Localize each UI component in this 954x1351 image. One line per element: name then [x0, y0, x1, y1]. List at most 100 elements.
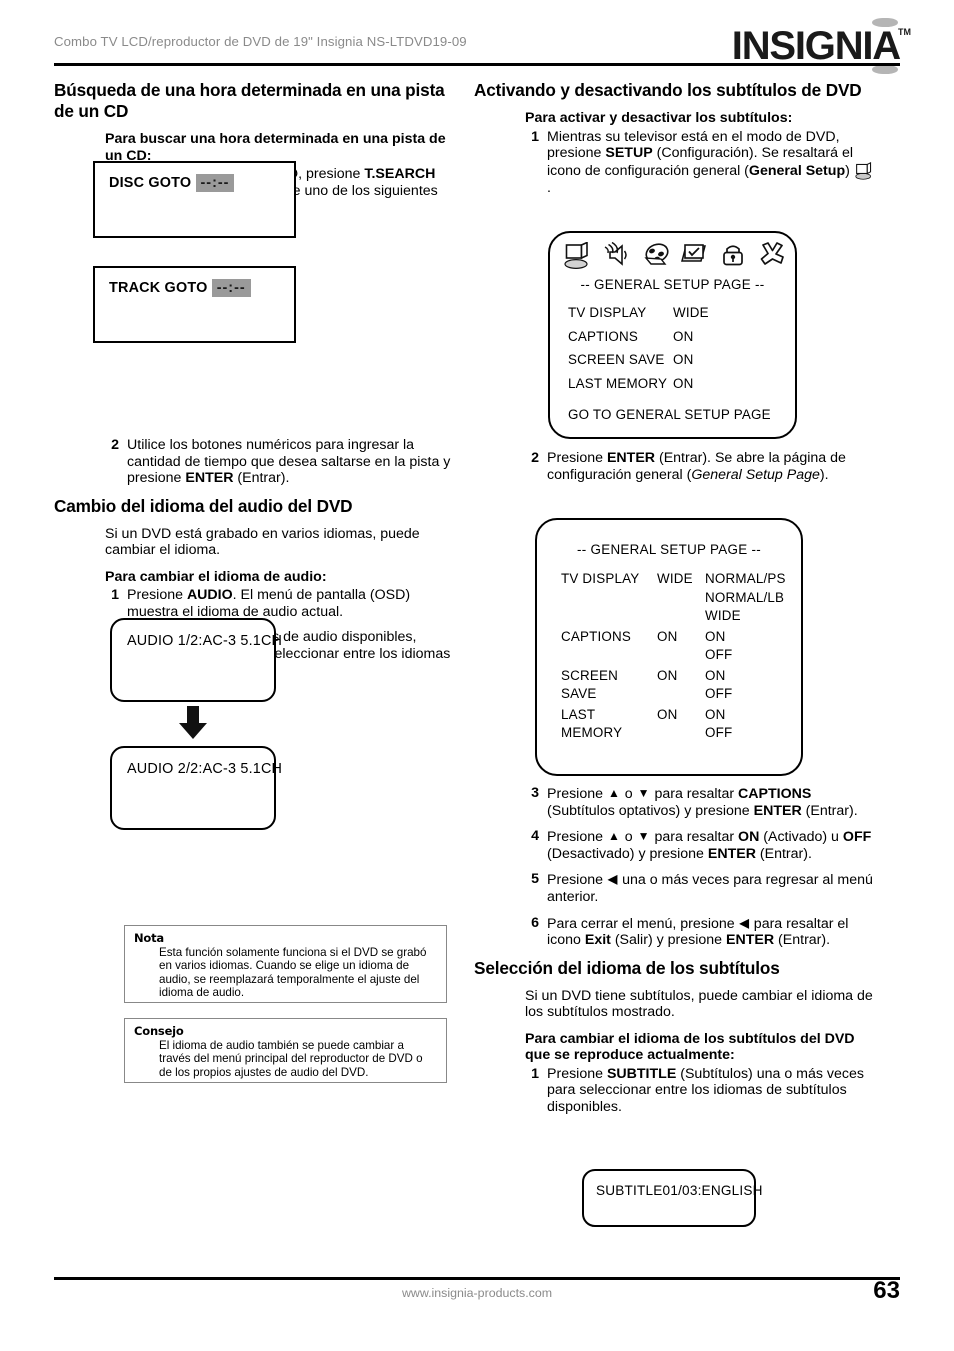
osd-row-options[interactable]: ON OFF — [705, 706, 732, 743]
osd-menu2-row[interactable]: LAST MEMORY ON ON OFF — [561, 706, 786, 743]
step-number: 2 — [111, 437, 119, 453]
subheading-para-cambiar-audio: Para cambiar el idioma de audio: — [105, 568, 327, 585]
step-text-i: (Entrar). — [755, 845, 812, 862]
list-item: 2 Utilice los botones numéricos para ing… — [105, 437, 454, 487]
list-item: 3 Presione ▲ o ▼ para resaltar CAPTIONS … — [525, 785, 874, 819]
step-text-c: para resaltar — [650, 829, 739, 846]
footer-website-url[interactable]: www.insignia-products.com — [0, 1286, 954, 1300]
osd-menu2-row[interactable]: CAPTIONS ON ON OFF — [561, 628, 786, 665]
osd-audio-2-text: AUDIO 2/2:AC-3 5.1CH — [127, 761, 283, 777]
step-text-c: (Entrar). — [233, 470, 290, 487]
osd-row-options[interactable]: NORMAL/PS NORMAL/LB WIDE — [705, 570, 786, 626]
exit-setup-icon[interactable] — [757, 242, 787, 270]
arrow-down-icon — [179, 706, 207, 739]
osd-option[interactable]: ON — [705, 706, 732, 725]
arrow-left-icon: ◀ — [739, 915, 749, 930]
note-text: Esta función solamente funciona si el DV… — [159, 946, 427, 1000]
preference-setup-icon[interactable] — [679, 242, 709, 270]
osd-menu2-row[interactable]: SCREEN SAVE ON ON OFF — [561, 667, 786, 704]
header-product-title: Combo TV LCD/reproductor de DVD de 19" I… — [54, 34, 467, 49]
right-column: Activando y desactivando los subtítulos … — [474, 80, 874, 205]
osd-audio-1-text: AUDIO 1/2:AC-3 5.1CH — [127, 633, 283, 649]
step-key-enter: ENTER — [606, 450, 656, 466]
osd-row-value: WIDE — [673, 305, 709, 320]
logo-wordmark: INSIGNIA — [731, 24, 901, 68]
osd-menu-icon-row — [563, 242, 787, 270]
osd-menu2-rows: TV DISPLAY WIDE NORMAL/PS NORMAL/LB WIDE… — [561, 570, 786, 745]
general-setup-icon[interactable] — [563, 242, 593, 270]
step-key-captions: CAPTIONS — [738, 786, 812, 802]
osd-general-setup-menu: -- GENERAL SETUP PAGE -- TV DISPLAY WIDE… — [548, 231, 797, 439]
paragraph-seleccion-idioma: Si un DVD tiene subtítulos, puede cambia… — [525, 987, 873, 1021]
step-key-subtitle: SUBTITLE — [606, 1065, 677, 1082]
osd-general-setup-options-menu: -- GENERAL SETUP PAGE -- TV DISPLAY WIDE… — [535, 518, 803, 776]
steps-activar-cont: 2 Presione ENTER (Entrar). Se abre la pá… — [525, 450, 874, 483]
step-text-a: Presione — [547, 786, 607, 802]
osd-row-options[interactable]: ON OFF — [705, 628, 732, 665]
osd-option[interactable]: OFF — [705, 724, 732, 743]
osd-row-options[interactable]: ON OFF — [705, 667, 732, 704]
list-item: 4 Presione ▲ o ▼ para resaltar ON (Activ… — [525, 828, 874, 862]
audio-setup-icon[interactable] — [602, 242, 632, 270]
page-header: Combo TV LCD/reproductor de DVD de 19" I… — [54, 18, 911, 74]
password-setup-icon[interactable] — [718, 242, 748, 270]
step-key-enter: ENTER — [185, 470, 234, 487]
osd-menu-row[interactable]: SCREEN SAVE ON — [568, 348, 745, 372]
step-text-g: (Entrar). — [801, 802, 858, 819]
osd-subtitle-text: SUBTITLE01/03:ENGLISH — [596, 1183, 763, 1198]
list-item: 2 Presione ENTER (Entrar). Se abre la pá… — [525, 450, 874, 483]
video-setup-icon[interactable] — [641, 242, 671, 270]
osd-menu-row[interactable]: LAST MEMORY ON — [568, 372, 745, 396]
step-text-a: Presione — [547, 450, 607, 466]
osd-box-disc-goto: DISC GOTO --:-- — [93, 161, 296, 238]
list-item: 5 Presione ◀ una o más veces para regres… — [525, 871, 874, 905]
step-em-general-setup-page: General Setup Page — [691, 466, 820, 483]
osd-row-key: CAPTIONS — [568, 328, 639, 344]
heading-cambio-idioma-audio: Cambio del idioma del audio del DVD — [54, 495, 353, 516]
osd-row-key: TV DISPLAY — [568, 305, 647, 320]
osd-menu-rows: TV DISPLAY WIDE CAPTIONS ON SCREEN SAVE … — [568, 301, 745, 395]
right-step2-wrap: 2 Presione ENTER (Entrar). Se abre la pá… — [474, 450, 874, 492]
insignia-logo: INSIGNIA TM — [731, 18, 911, 74]
right-section2-content: Si un DVD tiene subtítulos, puede cambia… — [525, 988, 874, 1116]
osd-option[interactable]: NORMAL/PS — [705, 570, 786, 589]
osd-menu-row[interactable]: TV DISPLAY WIDE — [568, 301, 745, 325]
osd-option[interactable]: ON — [705, 667, 732, 686]
arrow-left-icon: ◀ — [607, 872, 618, 887]
step-text-c: para resaltar — [650, 786, 739, 802]
osd-track-goto-line: TRACK GOTO --:-- — [109, 279, 251, 297]
osd-track-goto-label: TRACK GOTO — [109, 280, 208, 296]
osd-option[interactable]: OFF — [705, 685, 732, 704]
osd-row-value: ON — [657, 706, 678, 722]
list-item: 6 Para cerrar el menú, presione ◀ para r… — [525, 915, 874, 949]
step-key-off: OFF — [842, 829, 872, 846]
step-text-a: Presione — [547, 872, 607, 889]
osd-menu2-row[interactable]: TV DISPLAY WIDE NORMAL/PS NORMAL/LB WIDE — [561, 570, 786, 626]
osd-menu-footer: GO TO GENERAL SETUP PAGE — [568, 407, 771, 422]
osd-menu-title: -- GENERAL SETUP PAGE -- — [580, 277, 765, 292]
step-text-f: . — [547, 179, 551, 196]
logo-spool-bottom-shape — [871, 65, 898, 74]
tip-text: El idioma de audio también se puede camb… — [159, 1039, 423, 1079]
logo-trademark: TM — [898, 27, 911, 37]
left-step2-wrap: 2 Utilice los botones numéricos para ing… — [105, 437, 454, 487]
osd-option[interactable]: NORMAL/LB — [705, 589, 786, 608]
step-text-b: o — [620, 829, 637, 846]
tip-title: Consejo — [134, 1024, 184, 1038]
osd-option[interactable]: WIDE — [705, 607, 786, 626]
osd-option[interactable]: ON — [705, 628, 732, 647]
osd-disc-goto-line: DISC GOTO --:-- — [109, 174, 235, 192]
logo-spool-top-shape — [871, 18, 898, 27]
osd-disc-goto-value: --:-- — [195, 174, 235, 192]
osd-menu-row[interactable]: CAPTIONS ON — [568, 325, 745, 349]
step-text-a: Para cerrar el menú, presione — [547, 915, 739, 932]
step-text-a: Presione — [547, 829, 607, 846]
step-number: 6 — [531, 914, 539, 931]
step-text-e: (Subtítulos optativos) y presione — [547, 802, 754, 819]
steps-activar-subtitulos-cont: 3 Presione ▲ o ▼ para resaltar CAPTIONS … — [525, 785, 874, 949]
osd-option[interactable]: OFF — [705, 646, 732, 665]
step-text-a: Presione — [547, 1065, 607, 1082]
step-number: 1 — [531, 128, 539, 145]
step-text-d: (Salir) y presione — [610, 932, 727, 949]
step-text-e: ) — [845, 162, 854, 179]
